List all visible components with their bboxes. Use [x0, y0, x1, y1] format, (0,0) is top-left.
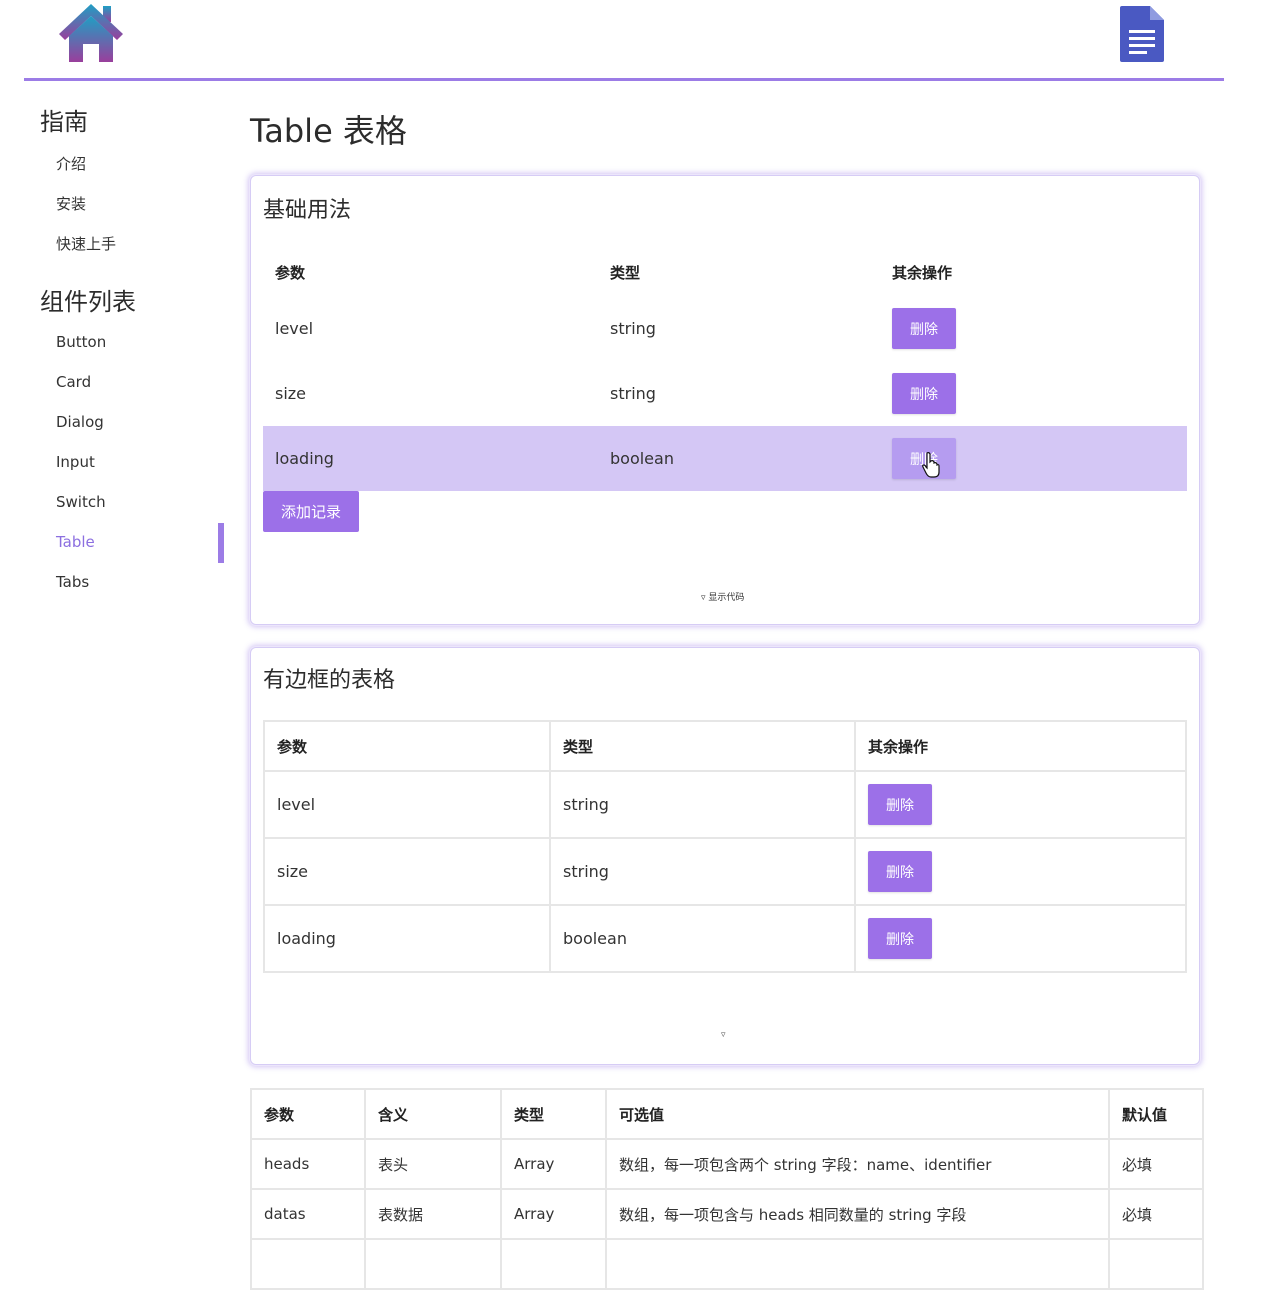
- column-header: 含义: [364, 1088, 502, 1140]
- column-header: 参数: [250, 1088, 366, 1140]
- column-header-type: 类型: [610, 264, 641, 282]
- sidebar-nav: 指南 介绍 安装 快速上手 组件列表 Button Card Dialog In…: [24, 82, 224, 602]
- table-cell-type: string: [610, 384, 656, 403]
- delete-button[interactable]: 删除: [868, 851, 932, 892]
- table-row: size string 删除: [263, 837, 1187, 906]
- table-row: heads 表头 Array 数组，每一项包含两个 string 字段：name…: [250, 1138, 1204, 1190]
- table-cell-param: size: [275, 384, 307, 403]
- table-cell: Array: [500, 1138, 607, 1190]
- sidebar-item-button[interactable]: Button: [56, 333, 106, 351]
- table-cell: heads: [250, 1138, 366, 1190]
- top-header: [24, 0, 1224, 81]
- add-record-button[interactable]: 添加记录: [263, 491, 359, 532]
- sidebar-group-guide: 指南: [40, 108, 88, 136]
- demo-title: 有边框的表格: [263, 668, 396, 693]
- table-cell-param: size: [277, 862, 309, 881]
- bordered-table: 参数 类型 其余操作 level string 删除 size string 删…: [263, 720, 1187, 973]
- demo-card-bordered: 有边框的表格 参数 类型 其余操作 level string 删除 size s…: [250, 647, 1200, 1065]
- table-cell: Array: [500, 1188, 607, 1240]
- delete-button[interactable]: 删除: [892, 373, 956, 414]
- sidebar-item-tabs[interactable]: Tabs: [56, 573, 89, 591]
- page-title: Table 表格: [250, 112, 407, 150]
- table-cell-param: level: [277, 795, 316, 814]
- pointer-cursor-icon: [922, 452, 940, 478]
- column-header-actions: 其余操作: [892, 264, 953, 282]
- column-header: 默认值: [1108, 1088, 1204, 1140]
- column-header: 可选值: [605, 1088, 1110, 1140]
- home-icon[interactable]: [57, 2, 125, 64]
- table-cell: 表数据: [364, 1188, 502, 1240]
- table-row: loading boolean 删除: [263, 904, 1187, 973]
- header-label: 参数: [277, 737, 308, 756]
- table-row-hover: [263, 426, 1187, 491]
- delete-button[interactable]: 删除: [892, 308, 956, 349]
- demo-title: 基础用法: [263, 198, 352, 223]
- table-cell: 表头: [364, 1138, 502, 1190]
- sidebar-item-quickstart[interactable]: 快速上手: [56, 233, 116, 254]
- sidebar-item-table[interactable]: Table: [56, 533, 95, 551]
- column-header-actions: 其余操作: [854, 720, 1187, 772]
- table-cell: 必填: [1108, 1188, 1204, 1240]
- table-cell: 数组，每一项包含两个 string 字段：name、identifier: [605, 1138, 1110, 1190]
- column-header-param: 参数: [275, 264, 306, 282]
- sidebar-item-input[interactable]: Input: [56, 453, 95, 471]
- table-cell: datas: [250, 1188, 366, 1240]
- table-cell-param: level: [275, 319, 314, 338]
- table-row: level string 删除: [263, 770, 1187, 839]
- table-cell-type: string: [563, 862, 609, 881]
- sidebar-item-card[interactable]: Card: [56, 373, 91, 391]
- column-header-type: 类型: [549, 720, 856, 772]
- table-cell: 数组，每一项包含与 heads 相同数量的 string 字段: [605, 1188, 1110, 1240]
- table-cell-type: boolean: [610, 449, 674, 468]
- header-label: 其余操作: [868, 737, 929, 756]
- column-header-param: 参数: [263, 720, 551, 772]
- api-table: 参数 含义 类型 可选值 默认值 heads 表头 Array 数组，每一项包含…: [250, 1088, 1204, 1290]
- table-row: datas 表数据 Array 数组，每一项包含与 heads 相同数量的 st…: [250, 1188, 1204, 1240]
- column-header: 类型: [500, 1088, 607, 1140]
- active-indicator: [218, 523, 224, 563]
- show-code-toggle[interactable]: ▿: [721, 1030, 726, 1040]
- sidebar-item-switch[interactable]: Switch: [56, 493, 106, 511]
- table-cell-param: loading: [275, 449, 334, 468]
- table-cell: 必填: [1108, 1138, 1204, 1190]
- show-code-toggle[interactable]: ▿ 显示代码: [701, 590, 744, 603]
- table-cell-param: loading: [277, 929, 336, 948]
- delete-button[interactable]: 删除: [868, 918, 932, 959]
- delete-button[interactable]: 删除: [868, 784, 932, 825]
- sidebar-item-intro[interactable]: 介绍: [56, 153, 86, 174]
- demo-card-basic: 基础用法 参数 类型 其余操作 level string 删除 size str…: [250, 175, 1200, 625]
- document-icon[interactable]: [1120, 6, 1164, 62]
- table-cell-type: string: [563, 795, 609, 814]
- sidebar-item-install[interactable]: 安装: [56, 193, 86, 214]
- sidebar-item-dialog[interactable]: Dialog: [56, 413, 104, 431]
- header-label: 类型: [563, 737, 594, 756]
- table-cell-type: boolean: [563, 929, 627, 948]
- table-cell-type: string: [610, 319, 656, 338]
- sidebar-group-components: 组件列表: [40, 288, 136, 316]
